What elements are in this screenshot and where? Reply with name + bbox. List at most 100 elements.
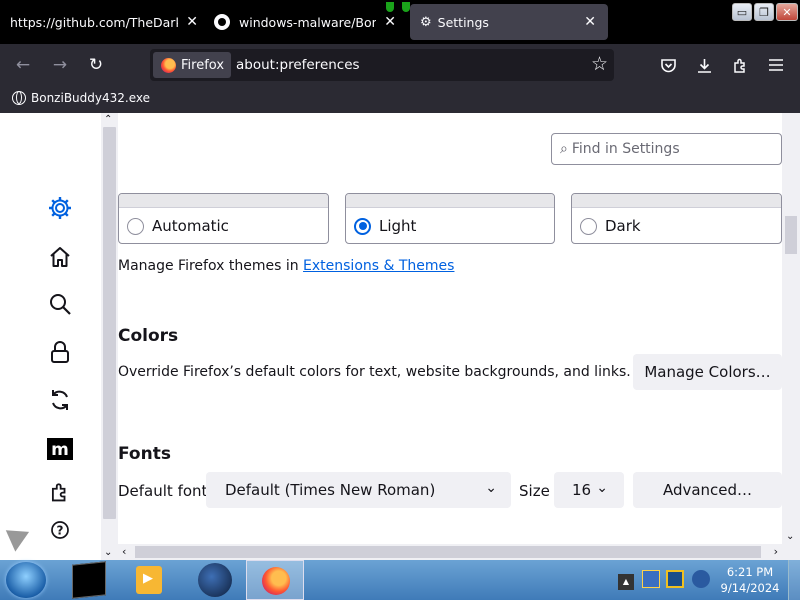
category-privacy[interactable]	[44, 336, 76, 368]
window-controls: ▭ ❐ ✕	[732, 3, 798, 21]
start-button[interactable]	[6, 562, 46, 598]
scrollbar-thumb[interactable]	[135, 546, 761, 558]
firefox-logo-icon	[161, 57, 176, 73]
mozilla-m-icon: m	[47, 438, 73, 460]
bookmark-star-icon[interactable]: ☆	[591, 53, 608, 75]
extensions-icon	[51, 483, 66, 502]
navigation-toolbar: ← → ↻ Firefox about:preferences ☆	[0, 44, 800, 86]
restore-button[interactable]: ❐	[754, 3, 774, 21]
lock-icon	[51, 341, 69, 363]
search-icon	[50, 294, 71, 315]
categories-sidebar: m ? ⌃ ⌄	[0, 113, 118, 560]
clock-date: 9/14/2024	[720, 581, 780, 595]
font-size-value: 16	[572, 481, 592, 499]
display-icon[interactable]	[666, 570, 684, 588]
help-icon: ?	[51, 521, 69, 539]
back-button[interactable]: ←	[11, 53, 35, 77]
radio-button-checked[interactable]	[354, 217, 371, 235]
tab-github-url[interactable]: https://github.com/TheDarkM ✕	[4, 4, 198, 40]
scroll-left-icon[interactable]: ‹	[122, 545, 126, 558]
theme-label: Light	[379, 217, 417, 235]
tab-title: Settings	[437, 14, 489, 30]
close-tab-icon[interactable]: ✕	[384, 14, 396, 30]
tab-title: https://github.com/TheDarkM	[10, 14, 179, 30]
bookmark-item[interactable]: BonziBuddy432.exe	[12, 91, 150, 105]
colors-heading: Colors	[118, 326, 179, 346]
font-size-select[interactable]: 16 ⌄	[554, 472, 624, 508]
category-home[interactable]	[44, 241, 76, 273]
category-sync[interactable]	[44, 384, 76, 416]
identity-label: Firefox	[181, 57, 225, 73]
close-window-button[interactable]: ✕	[776, 3, 798, 21]
extensions-themes-link[interactable]: Extensions & Themes	[303, 258, 454, 274]
svg-text:m: m	[51, 440, 69, 460]
radio-button[interactable]	[580, 217, 597, 235]
globe-icon	[12, 91, 26, 105]
volume-icon[interactable]	[692, 570, 710, 588]
scrollbar-thumb[interactable]	[785, 216, 797, 254]
search-icon: ⌕	[560, 141, 568, 157]
bookmark-label: BonziBuddy432.exe	[31, 91, 150, 105]
manage-colors-button[interactable]: Manage Colors…	[633, 354, 782, 390]
theme-preview	[346, 194, 554, 208]
windows-taskbar: ▲ 6:21 PM 9/14/2024	[0, 560, 800, 600]
manage-themes-text: Manage Firefox themes in Extensions & Th…	[118, 258, 454, 274]
category-support[interactable]: ?	[44, 514, 76, 546]
downloads-icon[interactable]	[692, 53, 716, 77]
default-font-value: Default (Times New Roman)	[225, 481, 436, 499]
svg-text:?: ?	[57, 524, 64, 538]
command-prompt-icon[interactable]	[72, 561, 106, 599]
identity-box[interactable]: Firefox	[153, 52, 232, 78]
theme-option-light[interactable]: Light	[345, 193, 555, 244]
theme-option-dark[interactable]: Dark	[571, 193, 782, 244]
manage-themes-prefix: Manage Firefox themes in	[118, 258, 299, 274]
firefox-taskbar-icon[interactable]	[246, 560, 304, 600]
font-size-label: Size	[519, 482, 550, 500]
show-hidden-icons-button[interactable]: ▲	[618, 574, 634, 590]
pocket-icon[interactable]	[656, 53, 680, 77]
globe-app-icon[interactable]	[198, 563, 232, 597]
advanced-fonts-button[interactable]: Advanced…	[633, 472, 782, 508]
url-bar[interactable]: Firefox about:preferences ☆	[150, 49, 614, 81]
theme-option-automatic[interactable]: Automatic	[118, 193, 329, 244]
find-in-settings-field[interactable]: ⌕	[551, 133, 782, 165]
scroll-up-icon[interactable]: ⌃	[104, 114, 112, 125]
media-player-icon[interactable]	[136, 566, 162, 594]
scrollbar-thumb[interactable]	[103, 127, 116, 519]
bookmarks-toolbar: BonziBuddy432.exe	[0, 86, 800, 113]
home-icon	[50, 247, 70, 267]
default-font-select[interactable]: Default (Times New Roman) ⌄	[206, 472, 511, 508]
scroll-right-icon[interactable]: ›	[774, 545, 778, 558]
tab-settings[interactable]: ⚙ Settings ✕	[410, 4, 608, 40]
chevron-down-icon: ⌄	[485, 480, 497, 496]
show-desktop-button[interactable]	[788, 560, 800, 600]
default-font-label: Default font	[118, 482, 208, 500]
system-tray: ▲	[616, 562, 716, 598]
find-in-settings-input[interactable]	[571, 141, 762, 157]
scroll-down-icon[interactable]: ⌄	[786, 531, 794, 542]
colors-description: Override Firefox’s default colors for te…	[118, 364, 631, 380]
page-horizontal-scrollbar[interactable]: ‹ ›	[118, 544, 800, 560]
sidebar-scrollbar[interactable]: ⌃ ⌄	[101, 113, 118, 560]
close-tab-icon[interactable]: ✕	[584, 14, 596, 30]
category-extensions[interactable]	[44, 476, 76, 508]
page-vertical-scrollbar[interactable]: ⌄	[782, 113, 800, 544]
extensions-icon[interactable]	[728, 53, 752, 77]
close-tab-icon[interactable]: ✕	[186, 14, 198, 30]
theme-label: Automatic	[152, 217, 229, 235]
tab-strip: https://github.com/TheDarkM ✕ windows-ma…	[0, 0, 800, 44]
tab-windows-malware[interactable]: windows-malware/Bonzi ✕	[210, 4, 396, 40]
clock[interactable]: 6:21 PM 9/14/2024	[714, 564, 786, 596]
category-mozilla[interactable]: m	[44, 433, 76, 465]
menu-hamburger-icon[interactable]	[764, 53, 788, 77]
url-text[interactable]: about:preferences	[236, 57, 360, 73]
scroll-down-icon[interactable]: ⌄	[104, 547, 112, 558]
theme-preview	[572, 194, 781, 208]
category-search[interactable]	[44, 288, 76, 320]
reload-button[interactable]: ↻	[84, 53, 108, 77]
minimize-button[interactable]: ▭	[732, 3, 752, 21]
network-icon[interactable]	[642, 570, 660, 588]
forward-button[interactable]: →	[48, 53, 72, 77]
category-general[interactable]	[44, 192, 76, 224]
radio-button[interactable]	[127, 217, 144, 235]
